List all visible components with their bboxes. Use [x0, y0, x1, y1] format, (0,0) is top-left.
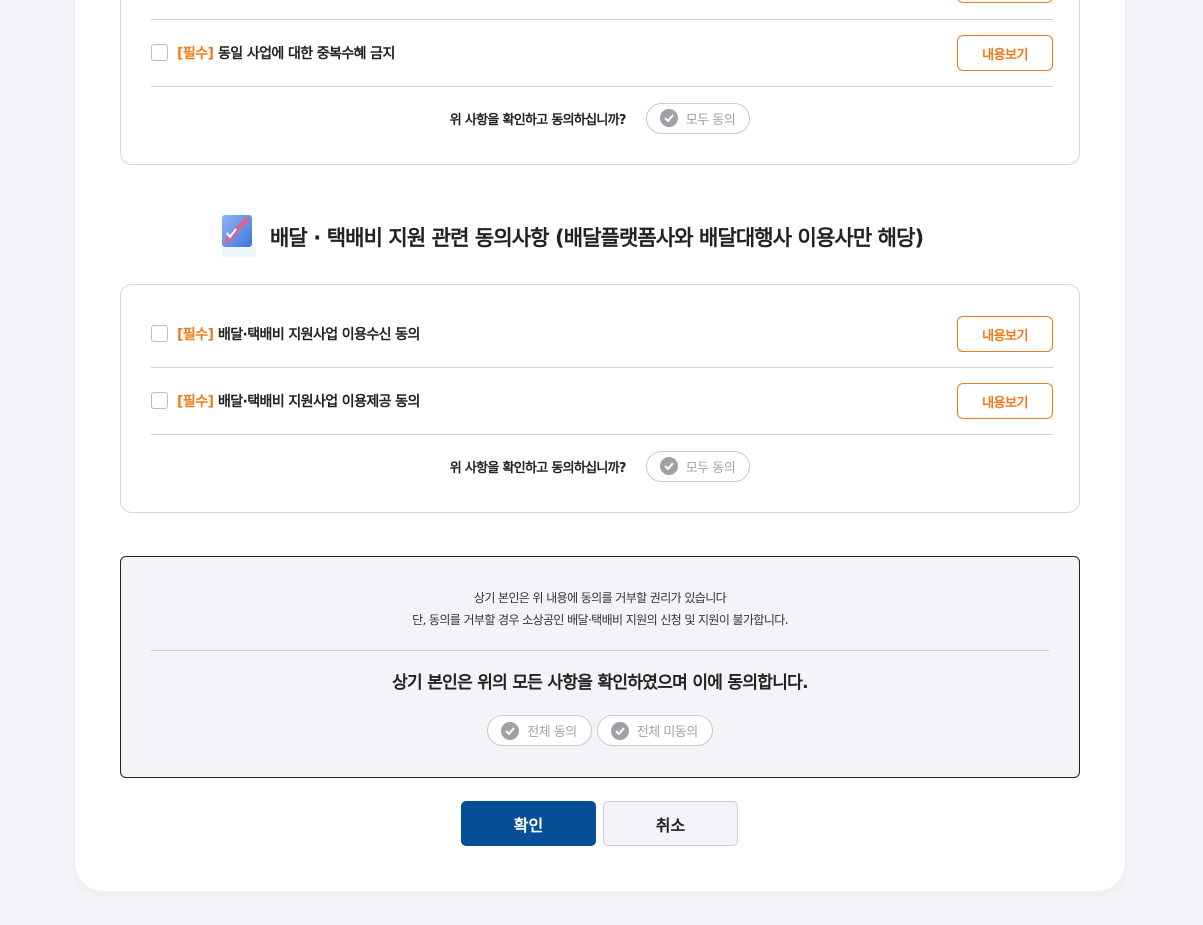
agreement-label: 배달·택배비 지원사업 이용수신 동의 — [218, 327, 420, 343]
check-circle-icon — [659, 109, 678, 127]
confirm-question: 위 사항을 확인하고 동의하십니까? — [449, 112, 627, 128]
section-title: 배달 · 택배비 지원 관련 동의사항 (배달플랫폼사와 배달대행사 이용사만 … — [220, 211, 924, 263]
required-tag: [필수] — [177, 327, 214, 343]
agreement-row: [필수] 동일 사업에 대한 중복수혜 금지 내용보기 — [151, 20, 1053, 86]
view-content-button[interactable]: 내용보기 — [957, 316, 1053, 352]
agreement-row: [필수] 배달·택배비 지원사업 이용수신 동의 내용보기 — [151, 301, 1053, 367]
confirm-button[interactable]: 확인 — [461, 801, 596, 846]
view-button-partial[interactable] — [957, 0, 1053, 3]
notice-divider — [151, 650, 1049, 651]
required-tag: [필수] — [177, 394, 214, 410]
check-circle-icon — [659, 457, 678, 475]
cancel-button[interactable]: 취소 — [603, 801, 738, 846]
notice-line-2: 단, 동의를 거부할 경우 소상공인 배달·택배비 지원의 신청 및 지원이 불… — [412, 613, 788, 627]
confirm-row: 위 사항을 확인하고 동의하십니까? 모두 동의 — [121, 449, 1079, 483]
view-content-button[interactable]: 내용보기 — [957, 383, 1053, 419]
agreement-box-1: [필수] 동일 사업에 대한 중복수혜 금지 내용보기 위 사항을 확인하고 동… — [120, 0, 1080, 165]
agreement-label: 동일 사업에 대한 중복수혜 금지 — [218, 46, 395, 62]
check-circle-icon — [501, 721, 520, 740]
agree-all-label: 모두 동의 — [685, 112, 736, 128]
consent-statement: 상기 본인은 위의 모든 사항을 확인하였으며 이에 동의합니다. — [392, 673, 808, 693]
agree-all-label: 모두 동의 — [685, 460, 736, 476]
agreement-box-2: [필수] 배달·택배비 지원사업 이용수신 동의 내용보기 [필수] 배달·택배… — [120, 284, 1080, 513]
agree-all-button[interactable]: 모두 동의 — [645, 450, 751, 482]
section-title-text: 배달 · 택배비 지원 관련 동의사항 (배달플랫폼사와 배달대행사 이용사만 … — [270, 226, 924, 250]
view-content-button[interactable]: 내용보기 — [957, 35, 1053, 71]
agree-all-total-button[interactable]: 전체 동의 — [487, 715, 592, 746]
agreement-label: 배달·택배비 지원사업 이용제공 동의 — [218, 394, 420, 410]
agreement-checkbox[interactable] — [151, 392, 168, 409]
agreement-checkbox[interactable] — [151, 44, 168, 61]
consent-notice: 상기 본인은 위 내용에 동의를 거부할 권리가 있습니다 단, 동의를 거부할… — [120, 556, 1080, 778]
confirm-row: 위 사항을 확인하고 동의하십니까? 모두 동의 — [121, 101, 1079, 135]
pencil-note-icon — [220, 211, 258, 263]
notice-line-1: 상기 본인은 위 내용에 동의를 거부할 권리가 있습니다 — [473, 591, 727, 605]
check-circle-icon — [610, 721, 629, 740]
row-divider — [151, 86, 1053, 87]
required-tag: [필수] — [177, 46, 214, 62]
confirm-question: 위 사항을 확인하고 동의하십니까? — [449, 460, 627, 476]
agree-all-total-label: 전체 동의 — [527, 725, 577, 740]
agreement-checkbox[interactable] — [151, 325, 168, 342]
disagree-all-label: 전체 미동의 — [636, 725, 698, 740]
agree-all-button[interactable]: 모두 동의 — [645, 102, 751, 134]
consent-options: 전체 동의 전체 미동의 — [121, 715, 1079, 746]
disagree-all-button[interactable]: 전체 미동의 — [596, 715, 713, 746]
agreement-row: [필수] 배달·택배비 지원사업 이용제공 동의 내용보기 — [151, 368, 1053, 434]
row-divider — [151, 434, 1053, 435]
